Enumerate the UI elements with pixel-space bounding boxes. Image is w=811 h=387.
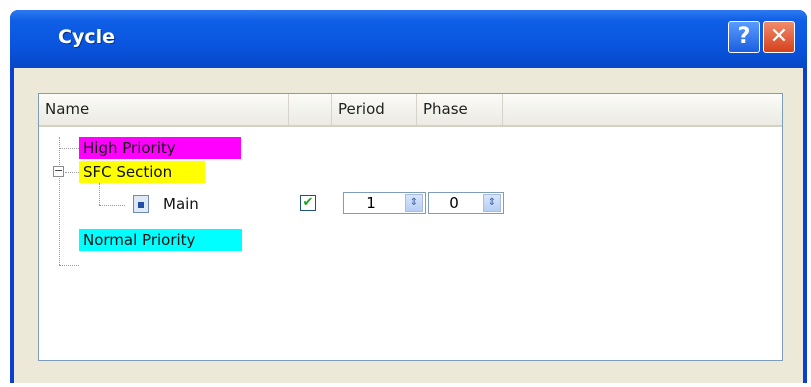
column-header-name[interactable]: Name bbox=[39, 94, 289, 125]
phase-spinner[interactable]: 0 ⇕ bbox=[428, 192, 504, 214]
tree-item-sfc-section[interactable]: SFC Section bbox=[79, 161, 205, 183]
help-icon: ? bbox=[737, 24, 751, 49]
phase-value[interactable]: 0 bbox=[429, 193, 479, 213]
tree-item-high-priority[interactable]: High Priority bbox=[79, 137, 241, 159]
spin-arrows-icon[interactable]: ⇕ bbox=[483, 194, 501, 212]
tree-item-main[interactable]: Main bbox=[159, 193, 203, 215]
window-title: Cycle bbox=[58, 26, 115, 48]
tree-line-high bbox=[59, 148, 79, 149]
tree-line-main bbox=[99, 205, 125, 206]
cycle-dialog: Cycle ? ✕ Name Period Phase − High Prior… bbox=[10, 10, 807, 383]
close-button[interactable]: ✕ bbox=[763, 21, 795, 53]
tree-item-label: Main bbox=[163, 195, 199, 213]
main-enabled-checkbox[interactable]: ✔ bbox=[300, 195, 316, 211]
column-header-filler bbox=[503, 94, 784, 125]
tree-item-label: High Priority bbox=[83, 139, 176, 157]
collapse-sfc-section-icon[interactable]: − bbox=[53, 165, 64, 177]
tree-item-normal-priority[interactable]: Normal Priority bbox=[79, 229, 242, 251]
help-button[interactable]: ? bbox=[728, 21, 760, 53]
tree-item-label: SFC Section bbox=[83, 163, 173, 181]
task-icon bbox=[133, 195, 149, 213]
tree-line-normal bbox=[59, 265, 79, 266]
tree-item-label: Normal Priority bbox=[83, 231, 196, 249]
tree-line-sfc bbox=[65, 172, 79, 173]
tree-line-root bbox=[59, 137, 60, 265]
close-icon: ✕ bbox=[769, 24, 789, 49]
spin-arrows-icon[interactable]: ⇕ bbox=[405, 194, 423, 212]
period-value[interactable]: 1 bbox=[344, 193, 398, 213]
column-header-period[interactable]: Period bbox=[332, 94, 417, 125]
column-header-enabled[interactable] bbox=[289, 94, 332, 125]
period-spinner[interactable]: 1 ⇕ bbox=[343, 192, 426, 214]
column-header-phase[interactable]: Phase bbox=[417, 94, 503, 125]
title-bar[interactable]: Cycle ? ✕ bbox=[10, 10, 807, 68]
tree-line-sfc-child bbox=[99, 183, 100, 205]
dialog-client-area: Name Period Phase − High Priority SFC Se… bbox=[14, 68, 803, 383]
cycle-tree-list[interactable]: Name Period Phase − High Priority SFC Se… bbox=[38, 93, 783, 361]
column-headers: Name Period Phase bbox=[39, 94, 782, 127]
